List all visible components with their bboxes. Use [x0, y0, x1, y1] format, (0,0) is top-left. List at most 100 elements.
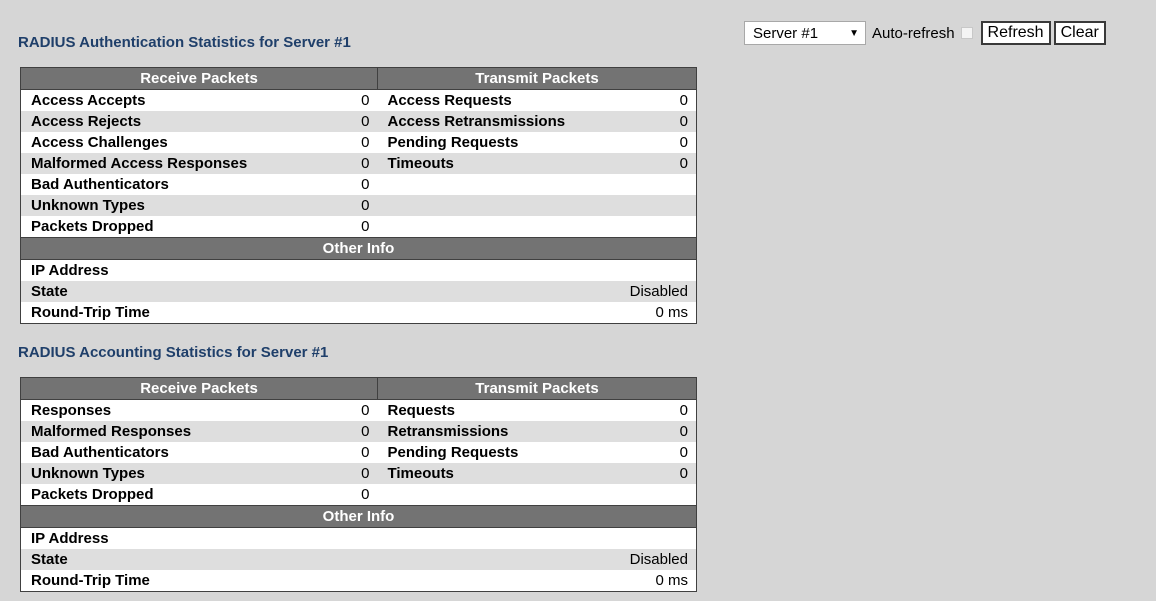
tx-value: 0: [656, 111, 697, 132]
tx-label: [377, 195, 657, 216]
table-header-row: Receive Packets Transmit Packets: [20, 377, 697, 400]
round-trip-time-label: Round-Trip Time: [31, 304, 150, 321]
receive-packets-header: Receive Packets: [20, 377, 378, 400]
rx-label: Responses: [31, 402, 112, 419]
tx-label: Timeouts: [377, 153, 657, 174]
state-label: State: [20, 549, 378, 570]
refresh-button[interactable]: Refresh: [980, 21, 1051, 45]
rx-value: 0: [350, 463, 378, 484]
round-trip-time-label: Round-Trip Time: [31, 572, 150, 589]
round-trip-time-value: 0 ms: [655, 572, 688, 589]
auto-refresh-checkbox[interactable]: [960, 27, 973, 39]
state-value: Disabled: [377, 549, 697, 570]
rx-label: Unknown Types: [20, 463, 351, 484]
state-label: State: [20, 281, 378, 302]
tx-label: Pending Requests: [387, 134, 519, 151]
tx-label: Access Retransmissions: [377, 111, 657, 132]
tx-value: 0: [679, 134, 688, 151]
server-select-value: Server #1: [753, 24, 819, 42]
tx-value: 0: [656, 421, 697, 442]
state-value: Disabled: [377, 281, 697, 302]
tx-value: 0: [679, 444, 688, 461]
rx-label: Bad Authenticators: [31, 444, 169, 461]
auth-stats-title: RADIUS Authentication Statistics for Ser…: [18, 34, 351, 51]
ip-address-value: [378, 528, 697, 550]
chevron-down-icon: ▼: [849, 27, 859, 39]
ip-address-value: [378, 260, 697, 282]
tx-label: Pending Requests: [387, 444, 519, 461]
table-row: Access Rejects 0 Access Retransmissions …: [20, 111, 697, 132]
server-select[interactable]: Server #1 ▼: [744, 21, 866, 45]
table-row: State Disabled: [20, 549, 697, 570]
round-trip-time-value: 0 ms: [655, 304, 688, 321]
table-row: Malformed Access Responses 0 Timeouts 0: [20, 153, 697, 174]
table-row: Responses 0 Requests 0: [21, 400, 697, 422]
table-row: Malformed Responses 0 Retransmissions 0: [20, 421, 697, 442]
tx-label: Retransmissions: [377, 421, 657, 442]
tx-value: 0: [656, 463, 697, 484]
auto-refresh-label: Auto-refresh: [872, 24, 955, 42]
tx-value: [656, 195, 697, 216]
table-row: Access Challenges 0 Pending Requests 0: [21, 132, 697, 153]
table-row: Bad Authenticators 0 Pending Requests 0: [21, 442, 697, 463]
table-row: Unknown Types 0: [20, 195, 697, 216]
transmit-packets-header: Transmit Packets: [377, 67, 697, 90]
rx-value: 0: [361, 134, 370, 151]
acct-stats-table: Receive Packets Transmit Packets Respons…: [20, 377, 697, 592]
rx-label: Packets Dropped: [31, 218, 154, 235]
table-row: IP Address: [21, 528, 697, 550]
acct-stats-title: RADIUS Accounting Statistics for Server …: [18, 344, 329, 361]
other-info-header-row: Other Info: [20, 237, 697, 260]
tx-value: [656, 216, 696, 238]
table-row: Round-Trip Time 0 ms: [21, 570, 697, 592]
table-row: Bad Authenticators 0: [21, 174, 697, 195]
rx-value: 0: [350, 153, 378, 174]
rx-label: Malformed Access Responses: [20, 153, 351, 174]
rx-value: 0: [361, 402, 370, 419]
tx-value: [656, 484, 696, 506]
table-row: IP Address: [21, 260, 697, 282]
table-row: State Disabled: [20, 281, 697, 302]
table-row: Unknown Types 0 Timeouts 0: [20, 463, 697, 484]
rx-value: 0: [350, 195, 378, 216]
tx-label: Requests: [387, 402, 456, 419]
tx-value: [656, 174, 696, 195]
tx-label: Timeouts: [377, 463, 657, 484]
rx-label: Packets Dropped: [31, 486, 154, 503]
rx-label: Unknown Types: [20, 195, 351, 216]
other-info-header-row: Other Info: [20, 505, 697, 528]
table-row: Access Accepts 0 Access Requests 0: [21, 90, 697, 112]
toolbar-controls: Server #1 ▼ Auto-refresh Refresh Clear: [744, 20, 1109, 46]
rx-label: Access Accepts: [31, 92, 146, 109]
table-row: Packets Dropped 0: [21, 484, 697, 506]
rx-value: 0: [350, 111, 378, 132]
table-header-row: Receive Packets Transmit Packets: [20, 67, 697, 90]
rx-value: 0: [350, 421, 378, 442]
rx-value: 0: [361, 486, 370, 503]
rx-value: 0: [361, 444, 370, 461]
rx-label: Access Rejects: [20, 111, 351, 132]
tx-label: Access Requests: [387, 92, 512, 109]
rx-label: Malformed Responses: [20, 421, 351, 442]
auth-stats-table: Receive Packets Transmit Packets Access …: [20, 67, 697, 324]
tx-value: 0: [679, 92, 688, 109]
tx-label: [378, 216, 657, 238]
other-info-header: Other Info: [20, 505, 697, 528]
table-row: Round-Trip Time 0 ms: [21, 302, 697, 324]
ip-address-label: IP Address: [31, 530, 109, 547]
table-row: Packets Dropped 0: [21, 216, 697, 238]
transmit-packets-header: Transmit Packets: [377, 377, 697, 400]
tx-label: [378, 174, 657, 195]
tx-value: 0: [656, 153, 697, 174]
receive-packets-header: Receive Packets: [20, 67, 378, 90]
tx-value: 0: [679, 402, 688, 419]
rx-value: 0: [361, 218, 370, 235]
other-info-header: Other Info: [20, 237, 697, 260]
ip-address-label: IP Address: [31, 262, 109, 279]
clear-button[interactable]: Clear: [1053, 21, 1106, 45]
rx-value: 0: [361, 176, 370, 193]
rx-label: Bad Authenticators: [31, 176, 169, 193]
rx-value: 0: [361, 92, 370, 109]
rx-label: Access Challenges: [31, 134, 168, 151]
tx-label: [378, 484, 657, 506]
